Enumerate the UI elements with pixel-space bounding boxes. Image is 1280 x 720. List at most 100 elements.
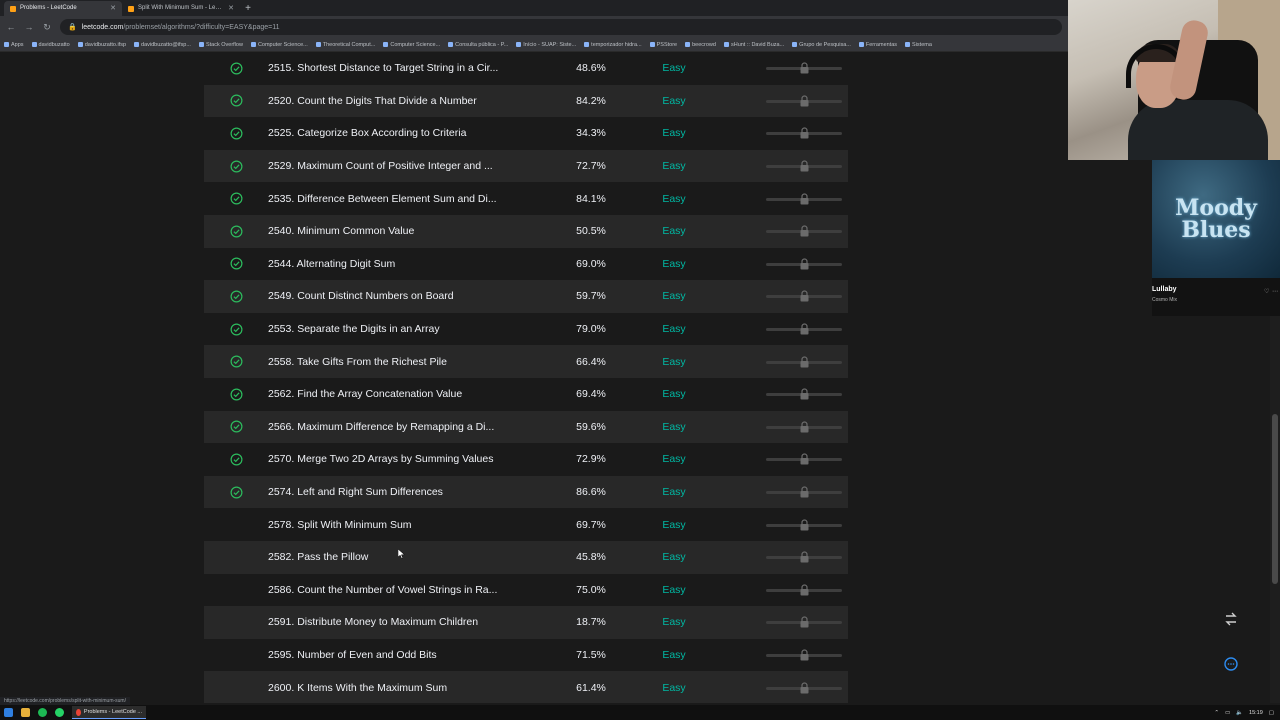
problem-title-link[interactable]: 2553. Separate the Digits in an Array bbox=[268, 323, 536, 335]
bookmark-item[interactable]: Início - SUAP: Siste... bbox=[516, 42, 576, 48]
frequency-locked[interactable] bbox=[766, 248, 842, 281]
swap-icon[interactable] bbox=[1220, 608, 1242, 630]
bookmark-item[interactable]: Stack Overflow bbox=[198, 42, 243, 48]
problem-row[interactable]: 2586. Count the Number of Vowel Strings … bbox=[204, 574, 848, 607]
problem-title-link[interactable]: 2600. K Items With the Maximum Sum bbox=[268, 682, 536, 694]
problem-row[interactable]: 2570. Merge Two 2D Arrays by Summing Val… bbox=[204, 443, 848, 476]
problem-title-link[interactable]: 2535. Difference Between Element Sum and… bbox=[268, 193, 536, 205]
bookmark-item[interactable]: davidbuzatto.ifsp bbox=[77, 42, 126, 48]
problem-row[interactable]: 2566. Maximum Difference by Remapping a … bbox=[204, 410, 848, 444]
frequency-locked[interactable] bbox=[766, 85, 842, 118]
problem-row[interactable]: 2520. Count the Digits That Divide a Num… bbox=[204, 84, 848, 118]
forward-arrow-icon[interactable]: → bbox=[24, 22, 34, 32]
frequency-locked[interactable] bbox=[766, 541, 842, 574]
problem-title-link[interactable]: 2578. Split With Minimum Sum bbox=[268, 519, 536, 531]
bookmark-item[interactable]: Grupo de Pesquisa... bbox=[792, 42, 851, 48]
close-icon[interactable]: ✕ bbox=[228, 1, 234, 16]
close-icon[interactable]: ✕ bbox=[110, 1, 116, 16]
volume-icon[interactable]: 🔈 bbox=[1236, 710, 1243, 716]
spotify-icon[interactable] bbox=[38, 708, 47, 717]
notifications-icon[interactable]: ▢ bbox=[1269, 710, 1274, 716]
problem-row[interactable]: 2574. Left and Right Sum Differences 86.6… bbox=[204, 475, 848, 509]
bookmark-item[interactable]: Theoretical Comput... bbox=[315, 42, 375, 48]
chat-icon[interactable] bbox=[1220, 653, 1242, 675]
taskbar-chrome-app[interactable]: Problems - LeetCode ... bbox=[72, 706, 146, 719]
bookmark-item[interactable]: Computer Science... bbox=[383, 42, 440, 48]
new-tab-button[interactable]: + bbox=[240, 1, 256, 16]
frequency-locked[interactable] bbox=[766, 182, 842, 215]
bookmark-item[interactable]: Sistema bbox=[905, 42, 932, 48]
problem-row[interactable]: 2582. Pass the Pillow 45.8% Easy bbox=[204, 540, 848, 574]
frequency-locked[interactable] bbox=[766, 280, 842, 313]
scrollbar-thumb[interactable] bbox=[1272, 414, 1278, 584]
problem-row[interactable]: 2529. Maximum Count of Positive Integer … bbox=[204, 149, 848, 183]
frequency-locked[interactable] bbox=[766, 52, 842, 85]
network-icon[interactable]: ▭ bbox=[1225, 710, 1230, 716]
problem-row[interactable]: 2562. Find the Array Concatenation Value… bbox=[204, 378, 848, 411]
problem-title-link[interactable]: 2525. Categorize Box According to Criter… bbox=[268, 127, 536, 139]
problem-title-link[interactable]: 2540. Minimum Common Value bbox=[268, 225, 536, 237]
problem-row[interactable]: 2558. Take Gifts From the Richest Pile 66… bbox=[204, 345, 848, 378]
frequency-locked[interactable] bbox=[766, 574, 842, 607]
problem-title-link[interactable]: 2549. Count Distinct Numbers on Board bbox=[268, 290, 536, 302]
problem-title-link[interactable]: 2591. Distribute Money to Maximum Childr… bbox=[268, 616, 536, 628]
chevron-up-icon[interactable]: ⌃ bbox=[1214, 710, 1219, 716]
frequency-locked[interactable] bbox=[766, 476, 842, 509]
bookmark-item[interactable]: Apps bbox=[4, 42, 24, 48]
problem-title-link[interactable]: 2529. Maximum Count of Positive Integer … bbox=[268, 160, 536, 172]
file-explorer-icon[interactable] bbox=[21, 708, 30, 717]
frequency-locked[interactable] bbox=[766, 150, 842, 183]
bookmark-item[interactable]: PSStore bbox=[649, 42, 677, 48]
frequency-locked[interactable] bbox=[766, 671, 842, 703]
frequency-locked[interactable] bbox=[766, 345, 842, 378]
problem-row[interactable]: 2515. Shortest Distance to Target String… bbox=[204, 52, 848, 85]
problem-row[interactable]: 2591. Distribute Money to Maximum Childr… bbox=[204, 606, 848, 639]
bookmark-item[interactable]: Ferramentas bbox=[858, 42, 897, 48]
page-scrollbar[interactable] bbox=[1270, 314, 1280, 703]
problem-title-link[interactable]: 2544. Alternating Digit Sum bbox=[268, 258, 536, 270]
problem-title-link[interactable]: 2558. Take Gifts From the Richest Pile bbox=[268, 356, 536, 368]
bookmark-item[interactable]: temporizador hidra... bbox=[584, 42, 642, 48]
frequency-locked[interactable] bbox=[766, 411, 842, 444]
problem-title-link[interactable]: 2595. Number of Even and Odd Bits bbox=[268, 649, 536, 661]
browser-tab-problems[interactable]: Problems - LeetCode ✕ bbox=[4, 1, 122, 16]
problem-title-link[interactable]: 2566. Maximum Difference by Remapping a … bbox=[268, 421, 536, 433]
frequency-locked[interactable] bbox=[766, 313, 842, 346]
problem-row[interactable]: 2600. K Items With the Maximum Sum 61.4% E… bbox=[204, 671, 848, 703]
heart-icon[interactable]: ♡ bbox=[1264, 288, 1269, 295]
problem-title-link[interactable]: 2562. Find the Array Concatenation Value bbox=[268, 388, 536, 400]
problem-title-link[interactable]: 2570. Merge Two 2D Arrays by Summing Val… bbox=[268, 453, 536, 465]
windows-start-icon[interactable] bbox=[4, 708, 13, 717]
bookmark-item[interactable]: beecrowd bbox=[685, 42, 716, 48]
frequency-locked[interactable] bbox=[766, 117, 842, 150]
frequency-locked[interactable] bbox=[766, 639, 842, 672]
back-arrow-icon[interactable]: ← bbox=[6, 22, 16, 32]
frequency-locked[interactable] bbox=[766, 215, 842, 248]
frequency-locked[interactable] bbox=[766, 508, 842, 541]
problem-row[interactable]: 2595. Number of Even and Odd Bits 71.5% Ea… bbox=[204, 639, 848, 672]
reload-icon[interactable]: ↻ bbox=[42, 22, 52, 33]
problem-title-link[interactable]: 2586. Count the Number of Vowel Strings … bbox=[268, 584, 536, 596]
problem-row[interactable]: 2544. Alternating Digit Sum 69.0% Easy bbox=[204, 248, 848, 281]
frequency-locked[interactable] bbox=[766, 378, 842, 411]
problem-title-link[interactable]: 2574. Left and Right Sum Differences bbox=[268, 486, 536, 498]
problem-row[interactable]: 2553. Separate the Digits in an Array 79.… bbox=[204, 313, 848, 346]
bookmark-item[interactable]: sHunt :: David Buza... bbox=[723, 42, 784, 48]
address-bar[interactable]: 🔒 leetcode.com/problemset/algorithms/?di… bbox=[60, 19, 1062, 35]
bookmark-item[interactable]: davidbuzatto@ifsp... bbox=[134, 42, 191, 48]
problem-title-link[interactable]: 2515. Shortest Distance to Target String… bbox=[268, 62, 536, 74]
whatsapp-icon[interactable] bbox=[55, 708, 64, 717]
frequency-locked[interactable] bbox=[766, 606, 842, 639]
problem-row[interactable]: 2525. Categorize Box According to Criter… bbox=[204, 117, 848, 150]
bookmark-item[interactable]: Consulta pública - P... bbox=[448, 42, 508, 48]
browser-tab-split-with-minimum-sum[interactable]: Split With Minimum Sum - LeetC ✕ bbox=[122, 1, 240, 16]
problem-row[interactable]: 2535. Difference Between Element Sum and… bbox=[204, 182, 848, 215]
problem-row[interactable]: 2578. Split With Minimum Sum 69.7% Easy bbox=[204, 508, 848, 541]
problem-title-link[interactable]: 2520. Count the Digits That Divide a Num… bbox=[268, 95, 536, 107]
clock[interactable]: 15:19 bbox=[1249, 710, 1263, 716]
more-options-icon[interactable]: ⋯ bbox=[1272, 288, 1278, 295]
problem-row[interactable]: 2540. Minimum Common Value 50.5% Easy bbox=[204, 214, 848, 248]
problem-row[interactable]: 2549. Count Distinct Numbers on Board 59.… bbox=[204, 280, 848, 313]
bookmark-item[interactable]: Computer Science... bbox=[250, 42, 308, 48]
bookmark-item[interactable]: davidbuzatto bbox=[31, 42, 70, 48]
